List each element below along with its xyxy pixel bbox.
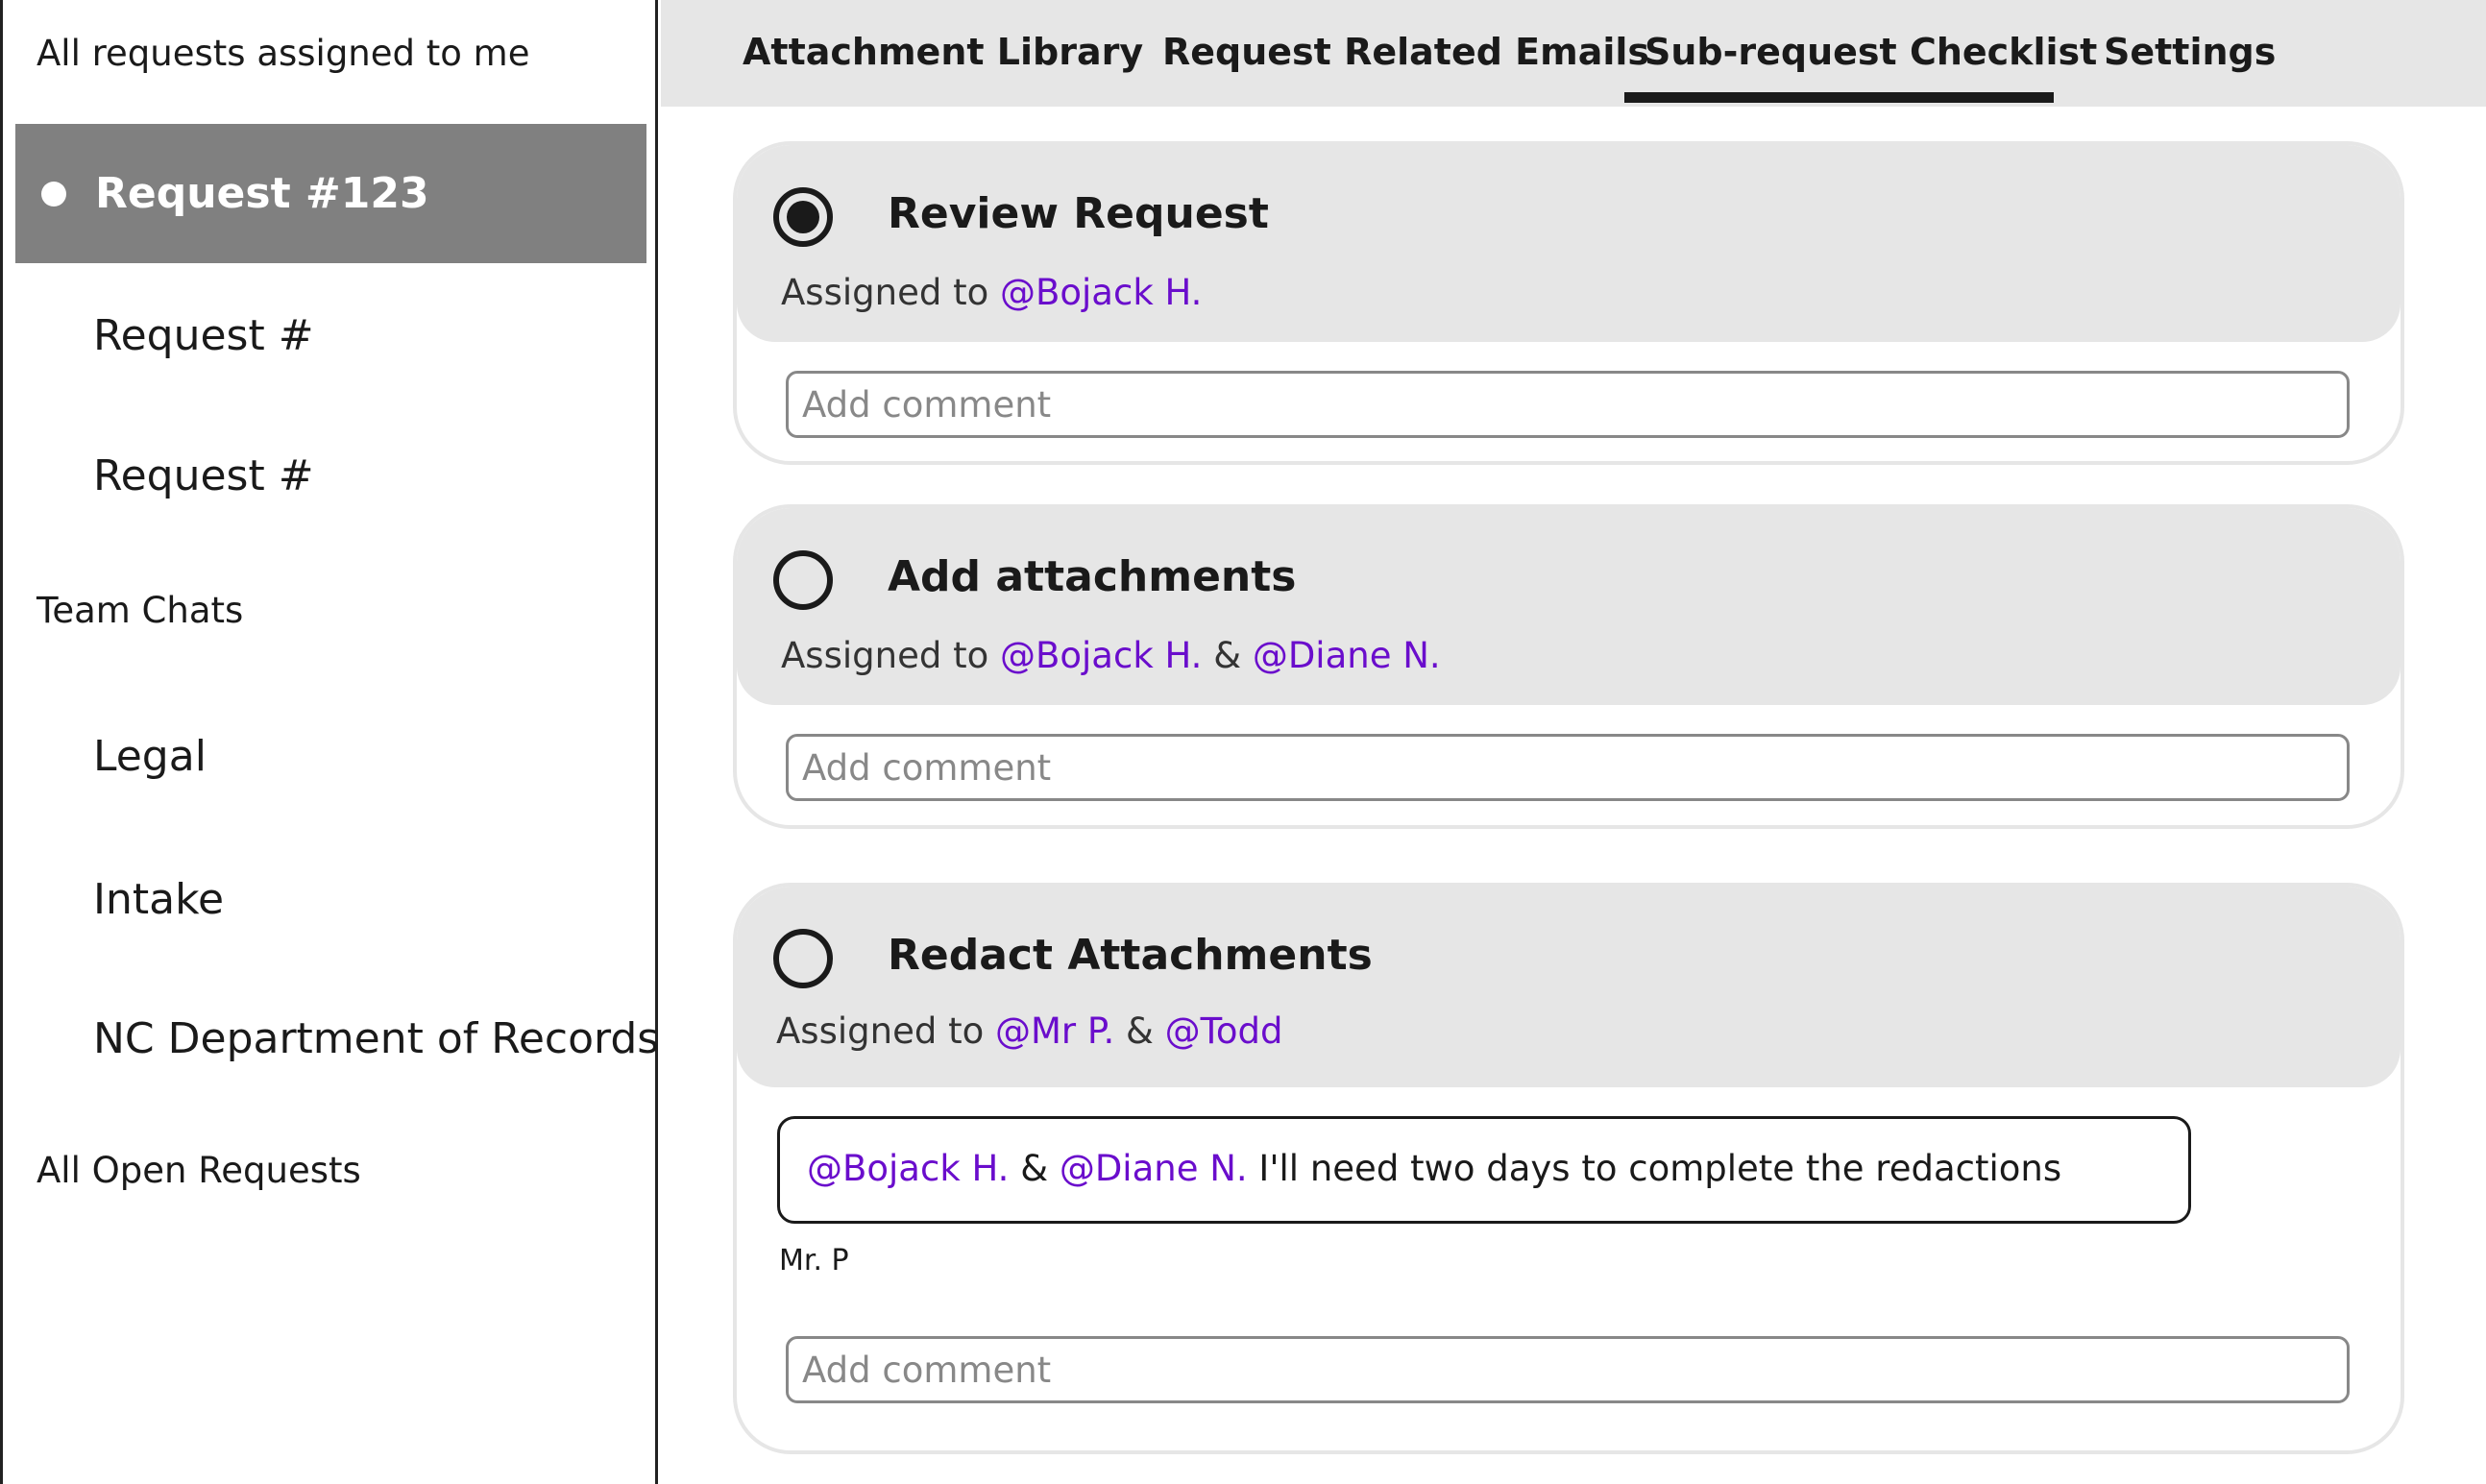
task-card-header: Add attachments Assigned to @Bojack H. &… (737, 508, 2401, 705)
assignee-mention[interactable]: @Bojack H. (1000, 272, 1202, 313)
task-card-add-attachments: Add attachments Assigned to @Bojack H. &… (733, 504, 2404, 829)
tab-settings[interactable]: Settings (2104, 31, 2276, 73)
tab-sub-request-checklist[interactable]: Sub-request Checklist (1645, 31, 2097, 73)
assignee-mention[interactable]: @Todd (1165, 1010, 1283, 1052)
task-assignees: Assigned to @Bojack H. (781, 272, 1202, 313)
comment-mention[interactable]: @Diane N. (1060, 1148, 1248, 1189)
sidebar-section-team-chats[interactable]: Team Chats (37, 590, 243, 631)
tab-attachment-library[interactable]: Attachment Library (743, 31, 1143, 73)
sidebar-item-request[interactable]: Request # (93, 311, 314, 360)
task-title: Review Request (888, 189, 1269, 238)
tab-request-related-emails[interactable]: Request Related Emails (1162, 31, 1649, 73)
sidebar-item-nc-department-of-records[interactable]: NC Department of Records (93, 1014, 659, 1063)
comment-text: I'll need two days to complete the redac… (1247, 1148, 2062, 1189)
task-radio-checked-icon[interactable] (773, 187, 833, 247)
sidebar-section-assigned[interactable]: All requests assigned to me (37, 33, 529, 74)
task-card-header: Review Request Assigned to @Bojack H. (737, 145, 2401, 342)
task-title: Redact Attachments (888, 931, 1373, 980)
assigned-prefix: Assigned to (781, 635, 1000, 676)
sidebar-section-all-open-requests[interactable]: All Open Requests (37, 1150, 361, 1191)
assignee-joiner: & (1202, 635, 1253, 676)
add-comment-input[interactable] (786, 1336, 2350, 1403)
task-radio-unchecked-icon[interactable] (773, 550, 833, 610)
task-card-header: Redact Attachments Assigned to @Mr P. & … (737, 887, 2401, 1087)
tab-bar: Attachment Library Request Related Email… (661, 0, 2486, 107)
task-assignees: Assigned to @Bojack H. & @Diane N. (781, 635, 1441, 676)
assigned-prefix: Assigned to (781, 272, 1000, 313)
assignee-mention[interactable]: @Bojack H. (1000, 635, 1202, 676)
sidebar-item-legal[interactable]: Legal (93, 732, 207, 781)
task-title: Add attachments (888, 552, 1297, 601)
sidebar-item-request-123[interactable]: Request #123 (15, 124, 646, 263)
add-comment-input[interactable] (786, 734, 2350, 801)
assignee-mention[interactable]: @Diane N. (1253, 635, 1441, 676)
sidebar-item-label: Request #123 (95, 169, 429, 218)
active-tab-indicator (1624, 92, 2054, 103)
add-comment-input[interactable] (786, 371, 2350, 438)
assignee-mention[interactable]: @Mr P. (995, 1010, 1114, 1052)
task-assignees: Assigned to @Mr P. & @Todd (776, 1010, 1283, 1052)
task-card-review-request: Review Request Assigned to @Bojack H. (733, 141, 2404, 465)
task-radio-unchecked-icon[interactable] (773, 929, 833, 988)
sidebar-item-request[interactable]: Request # (93, 451, 314, 500)
sidebar: All requests assigned to me Request #123… (0, 0, 659, 1484)
assignee-joiner: & (1114, 1010, 1165, 1052)
comment-mention[interactable]: @Bojack H. (807, 1148, 1009, 1189)
assigned-prefix: Assigned to (776, 1010, 995, 1052)
task-card-redact-attachments: Redact Attachments Assigned to @Mr P. & … (733, 883, 2404, 1454)
sidebar-item-intake[interactable]: Intake (93, 875, 224, 924)
comment-joiner: & (1009, 1148, 1060, 1189)
comment-author: Mr. P (779, 1244, 849, 1277)
active-dot-icon (41, 182, 66, 207)
comment-bubble: @Bojack H. & @Diane N. I'll need two day… (777, 1116, 2191, 1224)
